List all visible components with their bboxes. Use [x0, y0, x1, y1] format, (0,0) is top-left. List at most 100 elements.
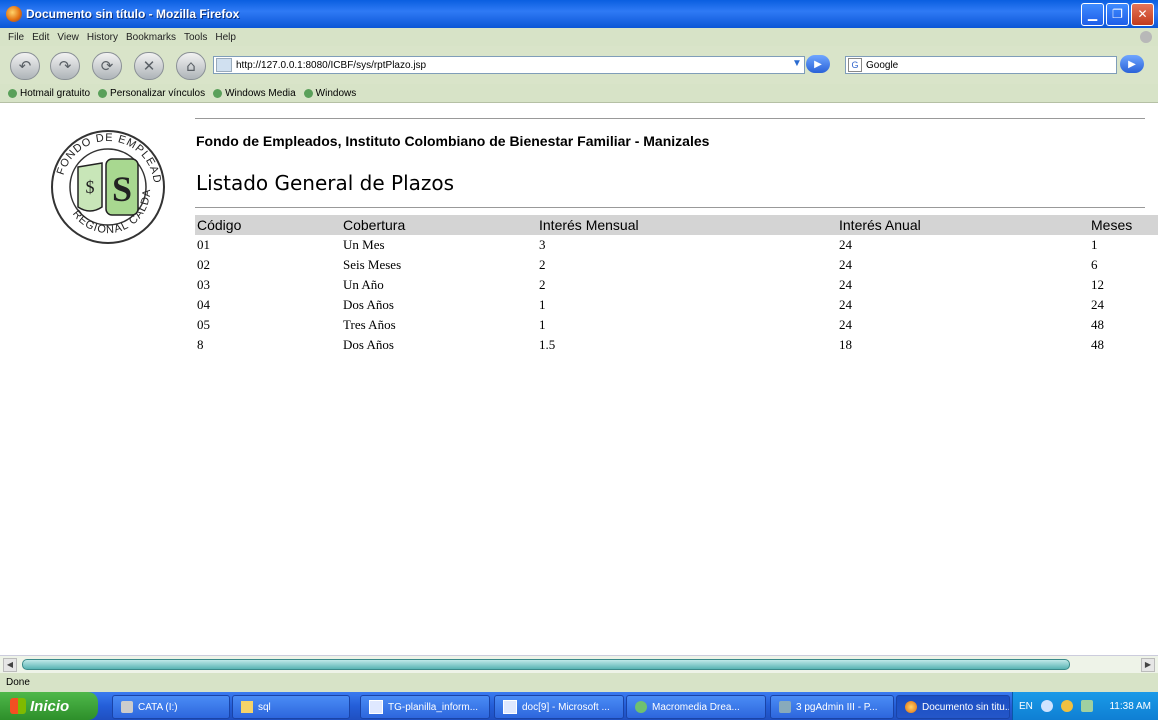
table-cell: 24	[839, 237, 852, 252]
search-box[interactable]: G Google	[845, 56, 1117, 74]
table-cell: Dos Años	[343, 337, 394, 352]
title-divider	[195, 207, 1145, 208]
address-dropdown-icon[interactable]: ▼	[790, 58, 804, 72]
table-cell: Un Año	[343, 277, 384, 292]
bookmark-personalizar[interactable]: Personalizar vínculos	[98, 88, 205, 99]
network-icon[interactable]	[1040, 700, 1053, 712]
bookmark-hotmail[interactable]: Hotmail gratuito	[8, 88, 90, 99]
status-bar: Done	[0, 673, 1158, 692]
menu-bar: File Edit View History Bookmarks Tools H…	[0, 28, 1158, 46]
windows-logo-icon	[10, 698, 26, 714]
table-row: 04 Dos Años 1 24 24	[195, 295, 1158, 315]
bookmark-icon	[213, 88, 223, 98]
taskbar-item-cata[interactable]: CATA (I:)	[112, 695, 230, 719]
google-icon: G	[848, 58, 862, 72]
windows-taskbar: Inicio CATA (I:) sql TG-planilla_inform.…	[0, 692, 1158, 720]
table-cell: 48	[1091, 337, 1104, 352]
taskbar-item-macromedia[interactable]: Macromedia Drea...	[626, 695, 766, 719]
report-title: Listado General de Plazos	[196, 171, 455, 195]
table-row: 01 Un Mes 3 24 1	[195, 235, 1158, 255]
table-cell: 8	[197, 337, 204, 352]
reload-button[interactable]: ⟳	[92, 52, 122, 80]
throbber-icon	[1140, 31, 1152, 43]
site-icon	[216, 58, 232, 72]
scroll-left-icon[interactable]: ◀	[3, 658, 17, 672]
word-document-icon	[369, 700, 383, 714]
menu-bookmarks[interactable]: Bookmarks	[126, 32, 176, 43]
table-cell: Dos Años	[343, 297, 394, 312]
bookmark-windows-media[interactable]: Windows Media	[213, 88, 296, 99]
scrollbar-thumb[interactable]	[22, 659, 1070, 670]
search-engine-label: Google	[866, 59, 899, 71]
table-row: 05 Tres Años 1 24 48	[195, 315, 1158, 335]
forward-button[interactable]: ↷	[50, 52, 80, 80]
bookmark-windows[interactable]: Windows	[303, 88, 356, 99]
close-button[interactable]: ✕	[1131, 2, 1154, 26]
start-button[interactable]: Inicio	[0, 692, 98, 720]
table-cell: 04	[197, 297, 210, 312]
dreamweaver-icon	[635, 701, 647, 713]
pgadmin-icon	[779, 701, 791, 713]
table-cell: 1	[539, 317, 546, 332]
taskbar-item-tg-planilla[interactable]: TG-planilla_inform...	[360, 695, 490, 719]
status-text: Done	[6, 677, 30, 688]
firefox-icon	[6, 6, 22, 22]
menu-help[interactable]: Help	[215, 32, 236, 43]
table-cell: 6	[1091, 257, 1098, 272]
table-cell: 01	[197, 237, 210, 252]
menu-tools[interactable]: Tools	[184, 32, 207, 43]
table-cell: 1	[539, 297, 546, 312]
stop-button[interactable]: ✕	[134, 52, 164, 80]
clock: 11:38 AM	[1109, 700, 1151, 712]
taskbar-item-doc9[interactable]: doc[9] - Microsoft ...	[494, 695, 624, 719]
table-cell: 24	[1091, 297, 1104, 312]
menu-edit[interactable]: Edit	[32, 32, 49, 43]
horizontal-scrollbar[interactable]: ◀ ▶	[0, 655, 1158, 673]
organization-name: Fondo de Empleados, Instituto Colombiano…	[196, 133, 710, 149]
maximize-button[interactable]: ❐	[1106, 2, 1129, 26]
bookmarks-toolbar: Hotmail gratuito Personalizar vínculos W…	[0, 84, 1158, 103]
logo-badge-left: $	[86, 177, 95, 197]
search-go-button[interactable]: ▶	[1120, 55, 1144, 73]
column-header: Meses	[1089, 215, 1158, 235]
table-cell: 24	[839, 277, 852, 292]
menu-view[interactable]: View	[57, 32, 79, 43]
table-cell: 2	[539, 257, 546, 272]
go-button[interactable]: ▶	[806, 55, 830, 73]
menu-file[interactable]: File	[8, 32, 24, 43]
taskbar-item-pgadmin[interactable]: 3 pgAdmin III - P...	[770, 695, 894, 719]
word-document-icon	[503, 700, 517, 714]
organization-logo: FONDO DE EMPLEADOS ICBF REGIONAL CALDAS …	[48, 127, 165, 244]
scroll-right-icon[interactable]: ▶	[1141, 658, 1155, 672]
column-header: Interés Mensual	[537, 215, 837, 235]
table-cell: 02	[197, 257, 210, 272]
table-cell: 2	[539, 277, 546, 292]
top-divider	[195, 118, 1145, 119]
table-cell: 24	[839, 257, 852, 272]
table-cell: 48	[1091, 317, 1104, 332]
page-content: FONDO DE EMPLEADOS ICBF REGIONAL CALDAS …	[0, 103, 1158, 655]
table-cell: Tres Años	[343, 317, 396, 332]
window-title-bar[interactable]: Documento sin título - Mozilla Firefox ▁…	[0, 0, 1158, 28]
taskbar-item-sql[interactable]: sql	[232, 695, 350, 719]
table-cell: 1	[1091, 237, 1098, 252]
language-indicator[interactable]: EN	[1019, 701, 1033, 712]
address-bar[interactable]: http://127.0.0.1:8080/ICBF/sys/rptPlazo.…	[213, 56, 805, 74]
home-button[interactable]: ⌂	[176, 52, 206, 80]
minimize-button[interactable]: ▁	[1081, 2, 1104, 26]
table-row: 03 Un Año 2 24 12	[195, 275, 1158, 295]
firefox-icon	[905, 701, 917, 713]
column-header: Código	[195, 215, 341, 235]
drive-icon	[121, 701, 133, 713]
computer-icon[interactable]	[1080, 700, 1093, 712]
table-cell: 3	[539, 237, 546, 252]
table-cell: 18	[839, 337, 852, 352]
back-button[interactable]: ↶	[10, 52, 40, 80]
column-header: Cobertura	[341, 215, 537, 235]
menu-history[interactable]: History	[87, 32, 118, 43]
navigation-toolbar: ↶ ↷ ⟳ ✕ ⌂ http://127.0.0.1:8080/ICBF/sys…	[0, 46, 1158, 84]
table-cell: Seis Meses	[343, 257, 402, 272]
taskbar-item-firefox[interactable]: Documento sin titu...	[896, 695, 1010, 719]
volume-icon[interactable]	[1060, 700, 1073, 712]
bookmark-icon	[303, 88, 313, 98]
